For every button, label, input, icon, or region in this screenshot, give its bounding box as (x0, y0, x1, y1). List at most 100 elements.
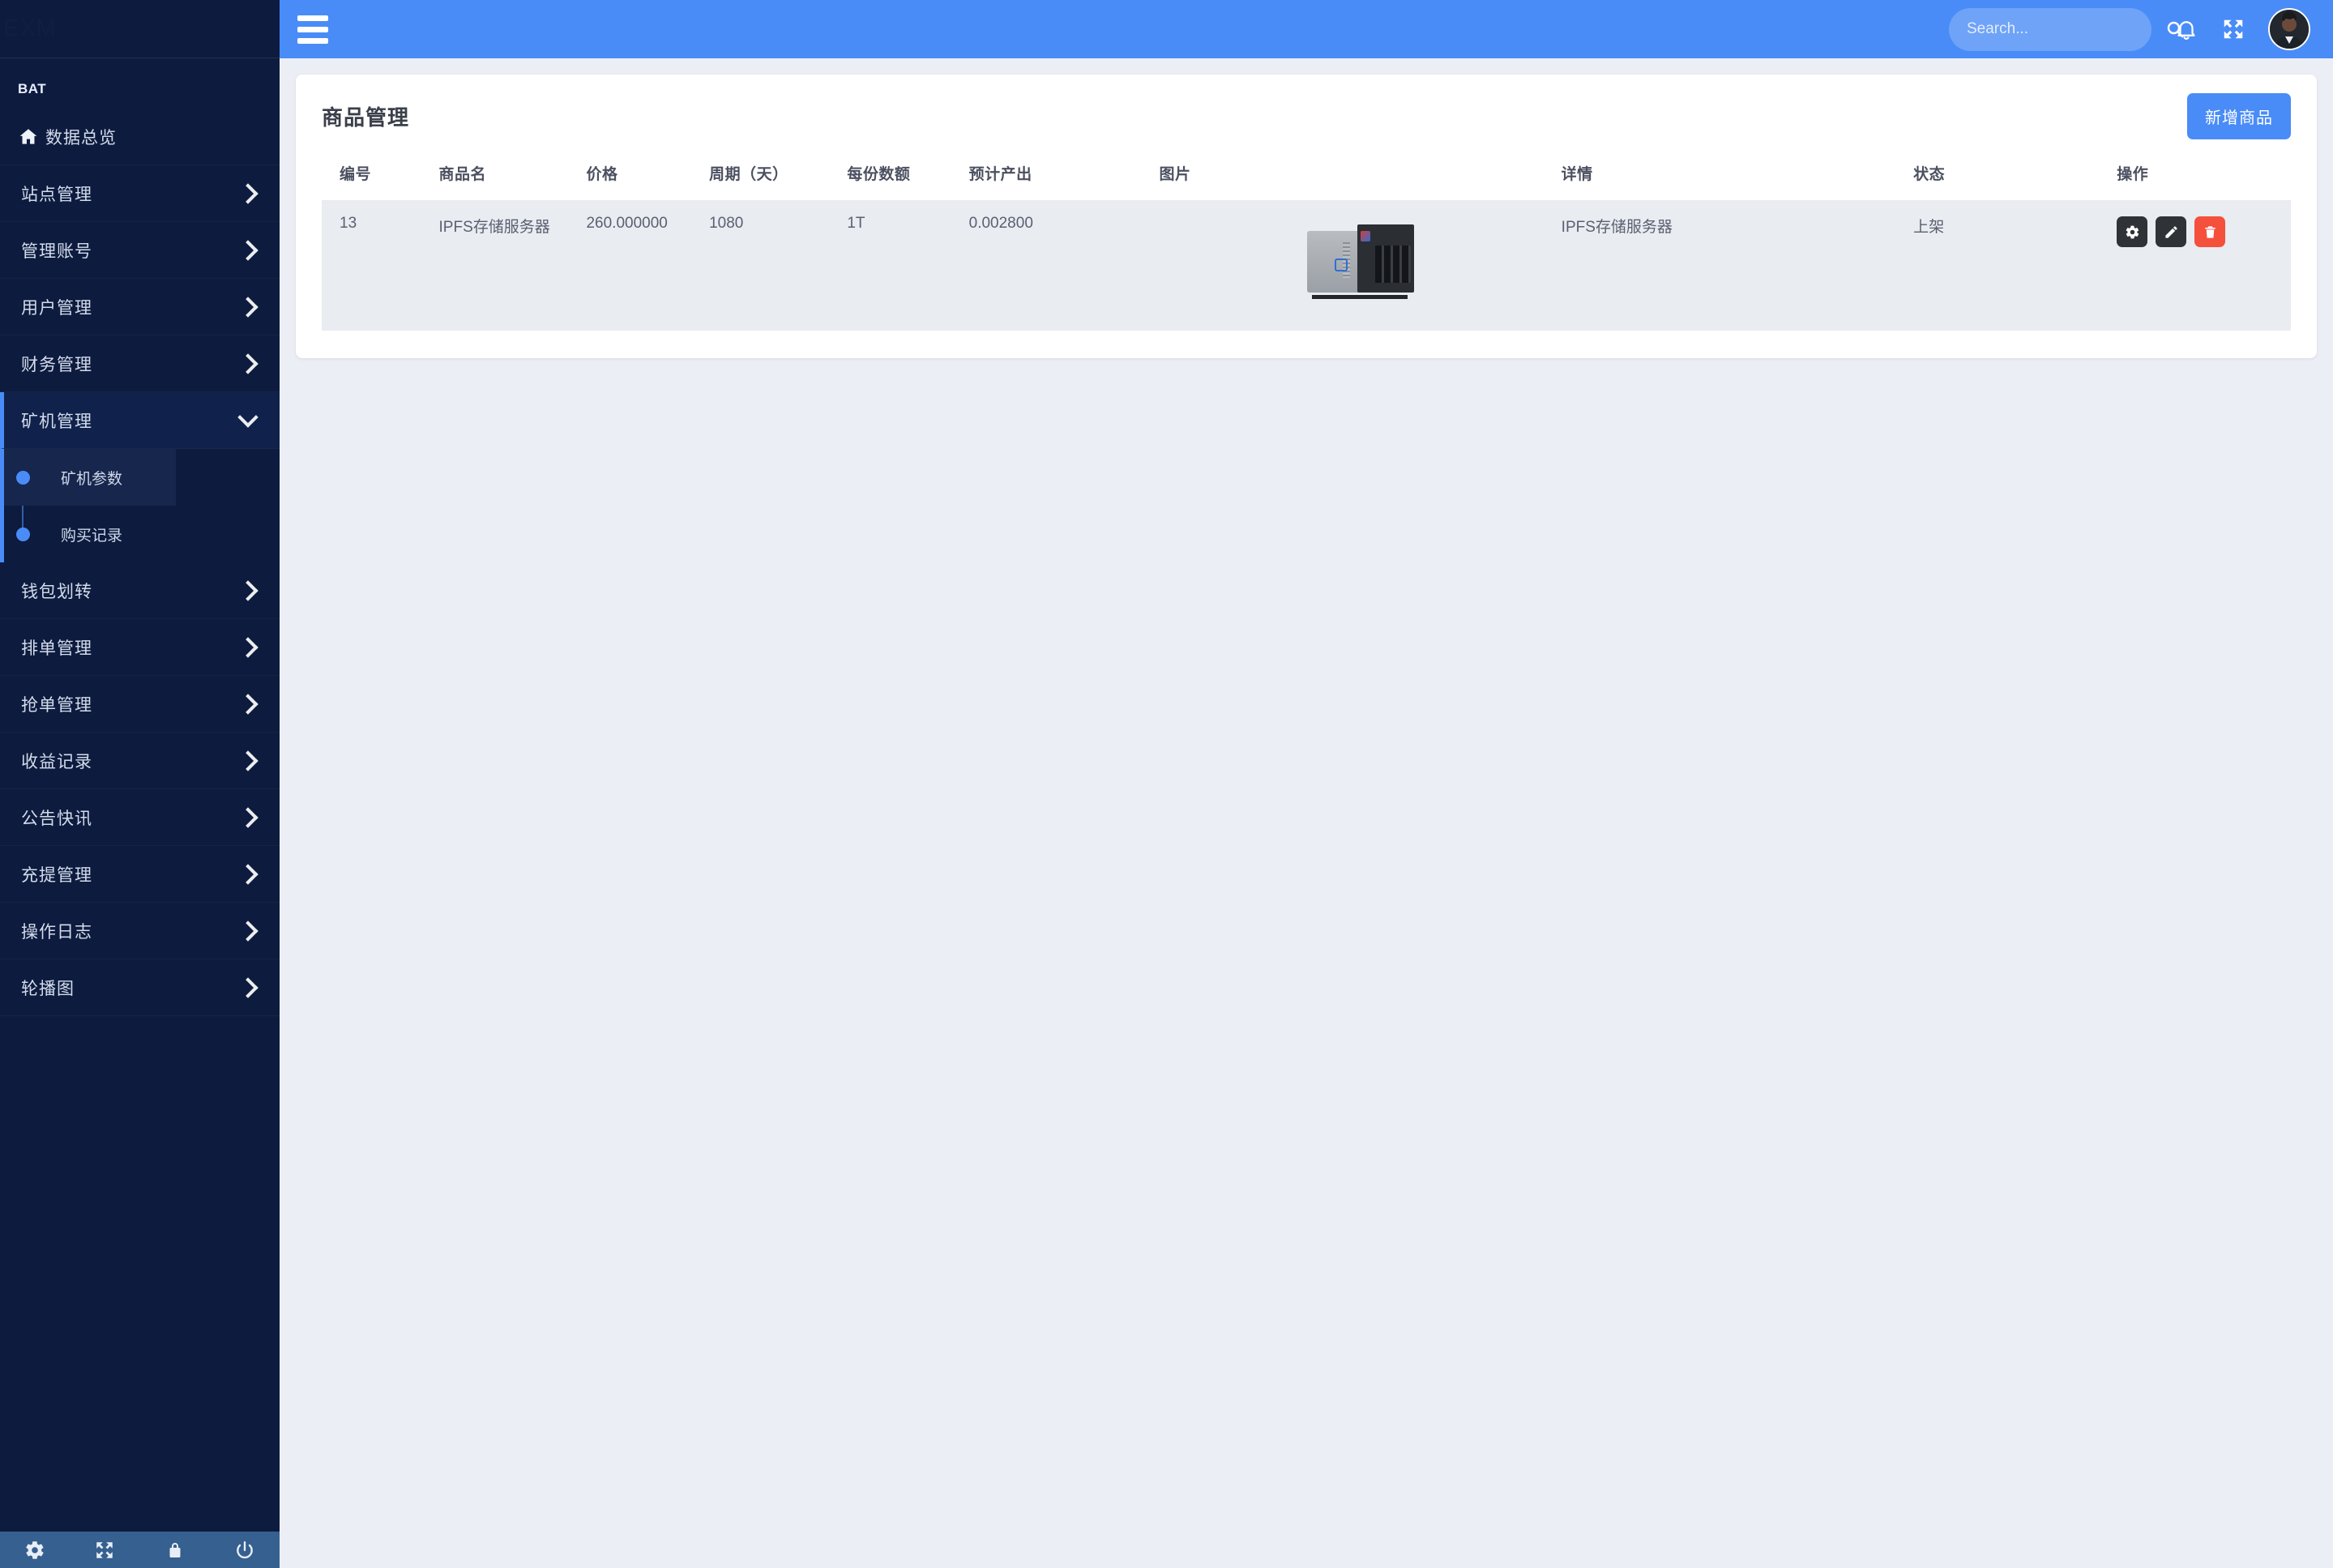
sidebar-item-5[interactable]: 矿机管理 (0, 392, 280, 449)
chevron-down-icon (237, 406, 259, 428)
product-image-cell (1159, 215, 1561, 299)
sidebar-item-label: 矿机管理 (21, 412, 92, 431)
sidebar-item-label: 财务管理 (21, 355, 92, 374)
sidebar-item-label: 轮播图 (21, 979, 75, 998)
sidebar-item-9[interactable]: 收益记录 (0, 733, 280, 789)
column-header-status: 状态 (1913, 154, 2117, 202)
table-body: 13 IPFS存储服务器 260.000000 1080 1T 0.002800 IPFS存… (322, 201, 2291, 331)
sidebar-item-8[interactable]: 抢单管理 (0, 676, 280, 733)
sidebar-subitem-0[interactable]: 矿机参数 (4, 449, 176, 506)
sidebar-item-label: 数据总览 (45, 128, 117, 147)
hamburger-icon[interactable] (297, 15, 328, 44)
table-row[interactable]: 13 IPFS存储服务器 260.000000 1080 1T 0.002800 IPFS存… (322, 201, 2291, 331)
avatar-photo (2270, 10, 2309, 49)
sidebar-item-label: 管理账号 (21, 241, 92, 261)
expand-icon[interactable] (70, 1540, 139, 1561)
column-header-cycle: 周期（天） (709, 154, 848, 202)
cell-image (1159, 201, 1562, 331)
cell-share: 1T (847, 201, 969, 331)
topbar-actions (1949, 7, 2310, 51)
table-head: 编号 商品名 价格 周期（天） 每份数额 预计产出 图片 详情 状态 操作 (322, 154, 2291, 202)
sidebar-item-10[interactable]: 公告快讯 (0, 789, 280, 846)
sidebar-item-7[interactable]: 排单管理 (0, 619, 280, 676)
sidebar-brand[interactable]: EXM (0, 0, 280, 58)
sidebar-item-4[interactable]: 财务管理 (0, 335, 280, 392)
chevron-right-icon (237, 352, 259, 374)
chevron-right-icon (237, 693, 259, 715)
chevron-right-icon (237, 239, 259, 261)
sidebar-subitem-label: 购买记录 (61, 527, 123, 545)
sidebar-subitem-label: 矿机参数 (61, 470, 123, 488)
sidebar-footer (0, 1532, 280, 1568)
chevron-right-icon (237, 976, 259, 998)
bell-icon[interactable] (2174, 17, 2198, 41)
add-product-button[interactable]: 新增商品 (2187, 92, 2291, 139)
bullet-dot-icon (16, 470, 30, 485)
column-header-name: 商品名 (438, 154, 587, 202)
chevron-right-icon (237, 806, 259, 828)
lock-icon[interactable] (140, 1540, 210, 1561)
product-card: 商品管理 新增商品 编号 商品名 价格 周期（天） 每份数额 预计产出 图片 详… (296, 75, 2317, 358)
home-icon (18, 126, 45, 147)
power-icon[interactable] (210, 1540, 280, 1561)
chevron-right-icon (237, 182, 259, 204)
edit-icon[interactable] (2156, 216, 2187, 247)
cell-output: 0.002800 (968, 201, 1160, 331)
column-header-price: 价格 (586, 154, 710, 202)
column-header-image: 图片 (1159, 154, 1562, 202)
row-actions (2117, 215, 2291, 247)
sidebar-item-11[interactable]: 充提管理 (0, 846, 280, 903)
cell-id: 13 (322, 201, 439, 331)
sidebar-item-label: 站点管理 (21, 185, 92, 204)
sidebar-item-0[interactable]: 数据总览 (0, 109, 280, 165)
card-header: 商品管理 新增商品 (322, 92, 2291, 139)
hamburger-bar (297, 37, 328, 44)
sidebar-item-label: 操作日志 (21, 922, 92, 942)
column-header-detail: 详情 (1561, 154, 1914, 202)
sidebar-nav-list: 数据总览站点管理管理账号用户管理财务管理矿机管理矿机参数购买记录钱包划转排单管理… (0, 109, 280, 1016)
column-header-share: 每份数额 (847, 154, 969, 202)
sidebar-item-label: 充提管理 (21, 865, 92, 885)
search-input[interactable] (1967, 20, 2165, 38)
app-logo-text: EXM (3, 15, 57, 41)
chevron-right-icon (237, 636, 259, 658)
cell-cycle: 1080 (709, 201, 848, 331)
sidebar-item-6[interactable]: 钱包划转 (0, 562, 280, 619)
chevron-right-icon (237, 296, 259, 318)
sidebar-item-13[interactable]: 轮播图 (0, 959, 280, 1016)
gear-icon[interactable] (0, 1540, 70, 1561)
avatar[interactable] (2268, 8, 2310, 50)
sidebar-subitem-1[interactable]: 购买记录 (4, 506, 280, 562)
cell-detail: IPFS存储服务器 (1561, 201, 1914, 331)
main-content: 商品管理 新增商品 编号 商品名 价格 周期（天） 每份数额 预计产出 图片 详… (280, 58, 2333, 1568)
cell-ops (2117, 201, 2291, 331)
sidebar-item-2[interactable]: 管理账号 (0, 222, 280, 279)
settings-icon[interactable] (2117, 216, 2148, 247)
sidebar-item-label: 钱包划转 (21, 582, 92, 601)
sidebar-item-3[interactable]: 用户管理 (0, 279, 280, 335)
delete-icon[interactable] (2194, 216, 2226, 247)
hamburger-bar (297, 15, 328, 21)
status-badge: 上架 (1913, 201, 2117, 331)
column-header-id: 编号 (322, 154, 439, 202)
expand-icon[interactable] (2221, 17, 2245, 41)
bullet-dot-icon (16, 527, 30, 541)
page-title: 商品管理 (322, 105, 410, 130)
sidebar-item-1[interactable]: 站点管理 (0, 165, 280, 222)
chevron-right-icon (237, 920, 259, 942)
sidebar-item-label: 收益记录 (21, 752, 92, 771)
product-table: 编号 商品名 价格 周期（天） 每份数额 预计产出 图片 详情 状态 操作 13… (322, 154, 2291, 331)
sidebar-section-title: BAT (18, 81, 47, 96)
hamburger-bar (297, 26, 328, 32)
cell-price: 260.000000 (586, 201, 710, 331)
table-header-row: 编号 商品名 价格 周期（天） 每份数额 预计产出 图片 详情 状态 操作 (322, 154, 2291, 202)
sidebar-item-label: 用户管理 (21, 298, 92, 318)
column-header-output: 预计产出 (968, 154, 1160, 202)
topbar (280, 0, 2333, 58)
search-box[interactable] (1949, 7, 2184, 51)
sidebar-item-label: 抢单管理 (21, 695, 92, 715)
sidebar-item-label: 公告快讯 (21, 809, 92, 828)
chevron-right-icon (237, 750, 259, 771)
column-header-ops: 操作 (2117, 154, 2291, 202)
sidebar-item-12[interactable]: 操作日志 (0, 903, 280, 959)
